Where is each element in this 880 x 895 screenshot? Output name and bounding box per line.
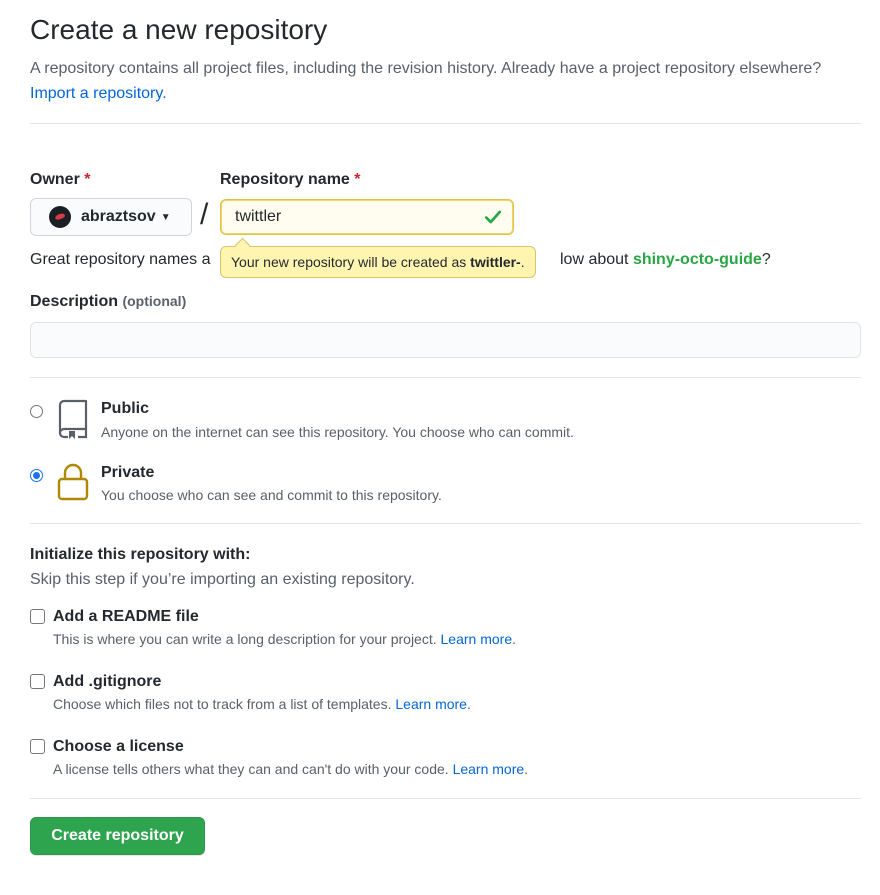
avatar — [49, 206, 71, 228]
repository-name-input[interactable] — [220, 199, 514, 235]
optional-tag: (optional) — [122, 293, 187, 309]
owner-value: abraztsov — [81, 208, 156, 225]
learn-more-link[interactable]: Learn more — [441, 631, 513, 647]
name-suggestion: low about shiny-octo-guide? — [560, 251, 771, 268]
private-description: You choose who can see and commit to thi… — [101, 487, 442, 503]
intro-text: A repository contains all project files,… — [30, 60, 822, 77]
license-title: Choose a license — [53, 738, 184, 755]
required-mark: * — [84, 171, 91, 188]
public-radio[interactable] — [30, 405, 43, 418]
divider — [30, 798, 861, 799]
license-checkbox[interactable] — [30, 739, 45, 754]
license-description: A license tells others what they can and… — [53, 761, 529, 777]
repo-name-tooltip: Your new repository will be created as t… — [220, 246, 536, 278]
suggested-name-link[interactable]: shiny-octo-guide — [633, 251, 762, 268]
description-label: Description (optional) — [30, 293, 187, 310]
owner-label: Owner * — [30, 171, 91, 188]
public-description: Anyone on the internet can see this repo… — [101, 424, 574, 440]
readme-description: This is where you can write a long descr… — [53, 631, 516, 647]
divider — [30, 123, 861, 124]
divider — [30, 377, 861, 378]
private-radio[interactable] — [30, 469, 43, 482]
tooltip-repo-name: twittler- — [470, 254, 521, 270]
initialize-subtitle: Skip this step if you’re importing an ex… — [30, 571, 415, 588]
create-repository-button[interactable]: Create repository — [30, 817, 205, 855]
readme-title: Add a README file — [53, 608, 199, 625]
page-title: Create a new repository — [30, 14, 328, 45]
check-icon — [484, 210, 502, 224]
divider — [30, 523, 861, 524]
caret-down-icon: ▼ — [160, 211, 171, 223]
readme-checkbox[interactable] — [30, 609, 45, 624]
repo-name-label: Repository name * — [220, 171, 361, 188]
gitignore-checkbox[interactable] — [30, 674, 45, 689]
learn-more-link[interactable]: Learn more — [395, 696, 467, 712]
naming-hint: Great repository names a — [30, 251, 211, 268]
description-input[interactable] — [30, 322, 861, 358]
required-mark: * — [354, 171, 361, 188]
initialize-title: Initialize this repository with: — [30, 546, 251, 563]
gitignore-description: Choose which files not to track from a l… — [53, 696, 471, 712]
owner-repo-separator: / — [200, 198, 209, 231]
private-title: Private — [101, 464, 155, 481]
import-repository-link[interactable]: Import a repository. — [30, 85, 167, 102]
page-intro: A repository contains all project files,… — [30, 56, 830, 106]
repo-icon — [58, 399, 88, 439]
public-title: Public — [101, 400, 150, 417]
owner-dropdown[interactable]: abraztsov ▼ — [30, 198, 192, 236]
learn-more-link[interactable]: Learn more — [453, 761, 525, 777]
gitignore-title: Add .gitignore — [53, 673, 162, 690]
lock-icon — [57, 463, 89, 501]
